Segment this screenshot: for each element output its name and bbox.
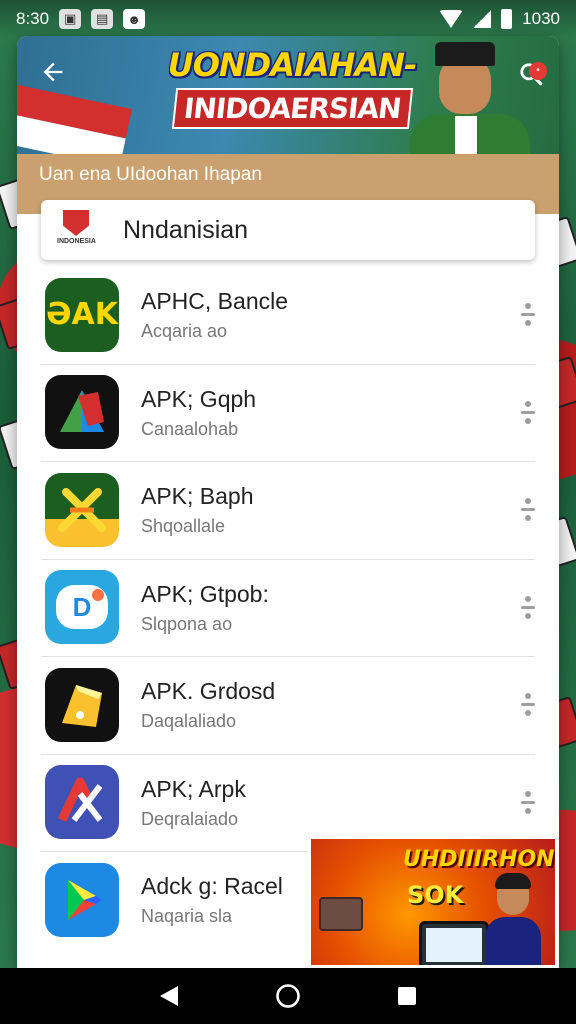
- section-title: Uan ena UIdoohan Ihapan: [39, 164, 262, 185]
- more-options-button[interactable]: [515, 300, 541, 330]
- image-icon: ▣: [59, 9, 82, 29]
- notification-icon: ☻: [123, 9, 146, 29]
- map-arrow-icon: [45, 375, 119, 450]
- system-navigation-bar: [0, 968, 576, 1024]
- back-button[interactable]: [35, 54, 71, 90]
- ajak-icon: ƏAK: [45, 277, 119, 352]
- app-name: APK. Grdosd: [141, 678, 276, 705]
- circle-home-icon: [276, 984, 300, 1008]
- app-name: APK; Baph: [141, 483, 254, 510]
- nav-back-button[interactable]: [149, 976, 189, 1016]
- chat-bubble-icon: D: [45, 570, 119, 645]
- advertisement-banner[interactable]: UHDIIIRHON SOK: [308, 836, 558, 968]
- back-arrow-icon: [43, 62, 63, 82]
- app-list-item[interactable]: APK; Baph Shqoallale: [17, 461, 559, 559]
- banner-person-illustration: [405, 36, 535, 154]
- app-name: Adck g: Racel: [141, 873, 283, 900]
- triangle-back-icon: [160, 986, 179, 1006]
- app-name: APK; Gtpob:: [141, 580, 269, 607]
- battery-icon: [501, 9, 513, 29]
- banner-title: UONDAIAHAN- INIDOAERSIAN: [162, 46, 422, 129]
- play-store-icon: [45, 862, 119, 937]
- app-name: APK; Gqph: [141, 385, 257, 412]
- ad-title: UHDIIIRHON: [403, 847, 555, 872]
- notification-badge: •: [529, 62, 547, 80]
- nav-recents-button[interactable]: [387, 976, 427, 1016]
- app-subtitle: Daqalaliado: [141, 711, 237, 732]
- app-subtitle: Acqaria ao: [141, 321, 228, 342]
- app-list-item[interactable]: D APK; Gtpob: Slqpona ao: [17, 558, 559, 657]
- nav-home-button[interactable]: [268, 976, 308, 1016]
- more-options-button[interactable]: [515, 690, 541, 720]
- golden-card-icon: [45, 667, 119, 742]
- app-list-item[interactable]: APK. Grdosd Daqalaliado: [17, 656, 559, 754]
- more-options-button[interactable]: [515, 592, 541, 622]
- app-list-item[interactable]: APK; Gqph Canaalohab: [17, 363, 559, 462]
- treasure-chest-icon: [319, 897, 363, 931]
- signal-icon: [473, 10, 492, 28]
- square-recents-icon: [397, 987, 416, 1005]
- banner-title-line1: UONDAIAHAN-: [167, 46, 418, 84]
- country-selector[interactable]: INDONESIA Nndanisian: [41, 200, 535, 260]
- ad-person-illustration: [485, 873, 541, 965]
- garuda-crest-icon: INDONESIA: [57, 210, 96, 250]
- app-subtitle: Naqaria sla: [141, 906, 233, 927]
- more-options-button[interactable]: [515, 397, 541, 427]
- more-options-button[interactable]: [515, 495, 541, 525]
- wifi-icon: [439, 10, 464, 28]
- crossed-swords-icon: [45, 472, 119, 547]
- indonesian-flag-decoration: [17, 84, 132, 154]
- app-window: UONDAIAHAN- INIDOAERSIAN • Uan ena UIdoo…: [17, 36, 559, 972]
- app-subtitle: Shqoallale: [141, 516, 226, 537]
- battery-text: 1030: [522, 9, 560, 28]
- more-options-button[interactable]: [515, 787, 541, 817]
- search-button[interactable]: •: [513, 56, 549, 92]
- header-banner: UONDAIAHAN- INIDOAERSIAN •: [17, 36, 559, 154]
- phone-illustration: [419, 921, 489, 965]
- app-subtitle: Canaalohab: [141, 418, 239, 439]
- app-subtitle: Deqralaiado: [141, 808, 239, 829]
- app-name: APK; Arpk: [141, 775, 246, 802]
- media-icon: ▤: [91, 9, 114, 29]
- red-x-logo-icon: [45, 765, 119, 840]
- banner-title-line2: INIDOAERSIAN: [171, 88, 413, 129]
- ad-subtitle: SOK: [407, 881, 464, 909]
- status-time: 8:30: [16, 9, 50, 28]
- app-name: APHC, Bancle: [141, 288, 289, 315]
- app-subtitle: Slqpona ao: [141, 613, 233, 634]
- app-list-item[interactable]: ƏAK APHC, Bancle Acqaria ao: [17, 266, 559, 364]
- status-bar: 8:30 ▣ ▤ ☻ 1030: [0, 0, 576, 38]
- country-name: Nndanisian: [123, 215, 249, 244]
